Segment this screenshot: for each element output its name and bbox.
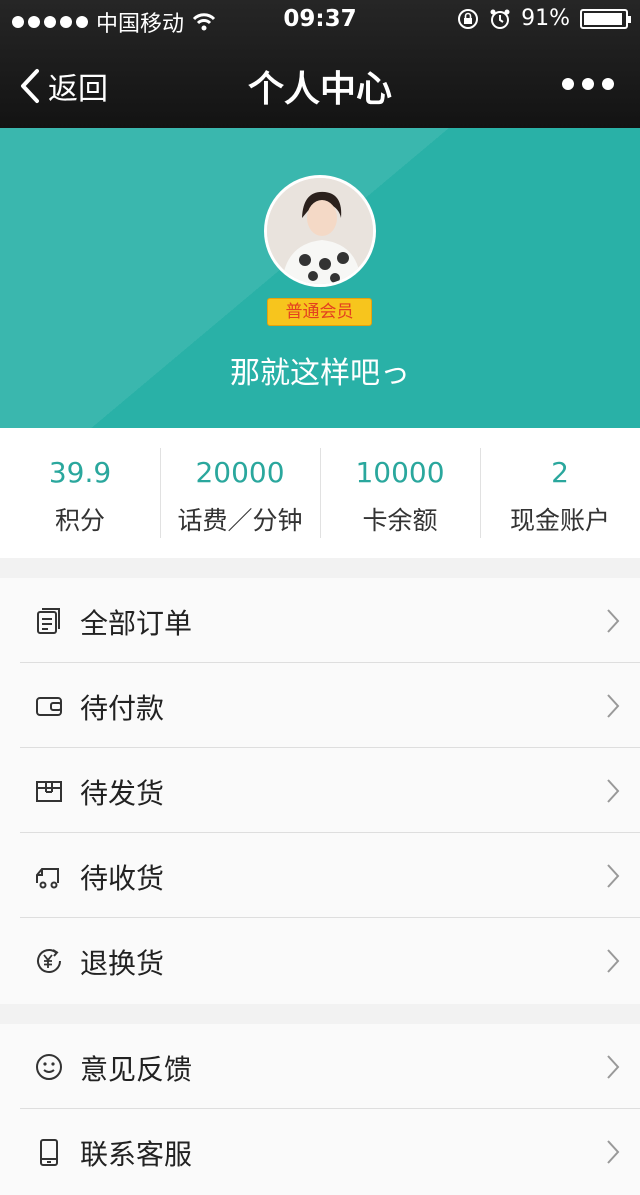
smile-icon (36, 1054, 62, 1080)
stat-value: 2 (551, 456, 569, 489)
battery-icon (580, 8, 631, 29)
phone-icon (40, 1139, 58, 1166)
stat-cash-account[interactable]: 2 现金账户 (480, 428, 640, 558)
stat-card-balance[interactable]: 10000 卡余额 (320, 428, 480, 558)
username: 那就这样吧っ (230, 356, 410, 391)
chevron-right-icon (607, 949, 620, 973)
chevron-right-icon (607, 1140, 620, 1164)
menu-item-label: 待发货 (80, 777, 165, 810)
menu-item-all-orders[interactable]: 全部订单 (0, 578, 640, 663)
battery-percent: 91% (521, 6, 570, 31)
menu-item-label: 意见反馈 (80, 1053, 193, 1086)
chevron-right-icon (607, 779, 620, 803)
chevron-right-icon (607, 864, 620, 888)
stat-label: 卡余额 (362, 506, 438, 535)
menu-item-pending-payment[interactable]: 待付款 (0, 663, 640, 748)
box-icon (36, 781, 62, 802)
menu-item-pending-shipment[interactable]: 待发货 (0, 748, 640, 833)
menu-item-label: 待付款 (80, 692, 165, 725)
truck-icon (36, 868, 59, 889)
stat-value: 39.9 (48, 456, 112, 489)
page-title: 个人中心 (247, 69, 392, 110)
refund-icon (37, 949, 61, 973)
menu-item-label: 待收货 (80, 862, 165, 895)
stat-value: 20000 (195, 456, 285, 489)
stat-label: 话费／分钟 (177, 506, 303, 535)
menu-item-label: 联系客服 (80, 1138, 193, 1171)
chevron-right-icon (607, 1055, 620, 1079)
nav-bar: 返回 个人中心 (0, 40, 640, 128)
avatar[interactable] (264, 175, 376, 287)
status-right: 91% (457, 6, 631, 31)
stat-label: 现金账户 (509, 506, 610, 535)
orders-menu: 全部订单 待付款 待发货 待收货 退换货 (0, 578, 640, 1004)
menu-item-pending-receipt[interactable]: 待收货 (0, 833, 640, 918)
menu-item-label: 退换货 (80, 947, 165, 980)
profile-header: 普通会员 那就这样吧っ (0, 128, 640, 428)
menu-item-customer-service[interactable]: 联系客服 (0, 1109, 640, 1194)
stat-phone-credit[interactable]: 20000 话费／分钟 (160, 428, 320, 558)
stat-points[interactable]: 39.9 积分 (0, 428, 160, 558)
stats-bar: 39.9 积分 20000 话费／分钟 10000 卡余额 2 现金账户 (0, 428, 640, 558)
menu-item-feedback[interactable]: 意见反馈 (0, 1024, 640, 1109)
wallet-icon (36, 697, 62, 716)
menu-item-returns[interactable]: 退换货 (0, 918, 640, 1003)
rotation-lock-icon (458, 8, 479, 29)
stat-value: 10000 (355, 456, 445, 489)
top-bar: 中国移动 09:37 91% 返回 个人中心 (0, 0, 640, 128)
member-badge: 普通会员 (267, 298, 372, 326)
menu-item-label: 全部订单 (80, 607, 193, 640)
stat-label: 积分 (54, 506, 105, 535)
chevron-right-icon (607, 694, 620, 718)
alarm-icon (490, 9, 510, 29)
orders-icon (37, 608, 60, 634)
chevron-right-icon (607, 609, 620, 633)
status-bar: 中国移动 09:37 91% (0, 0, 640, 40)
avatar-photo (267, 178, 373, 284)
more-button[interactable] (562, 78, 614, 90)
support-menu: 意见反馈 联系客服 (0, 1024, 640, 1195)
